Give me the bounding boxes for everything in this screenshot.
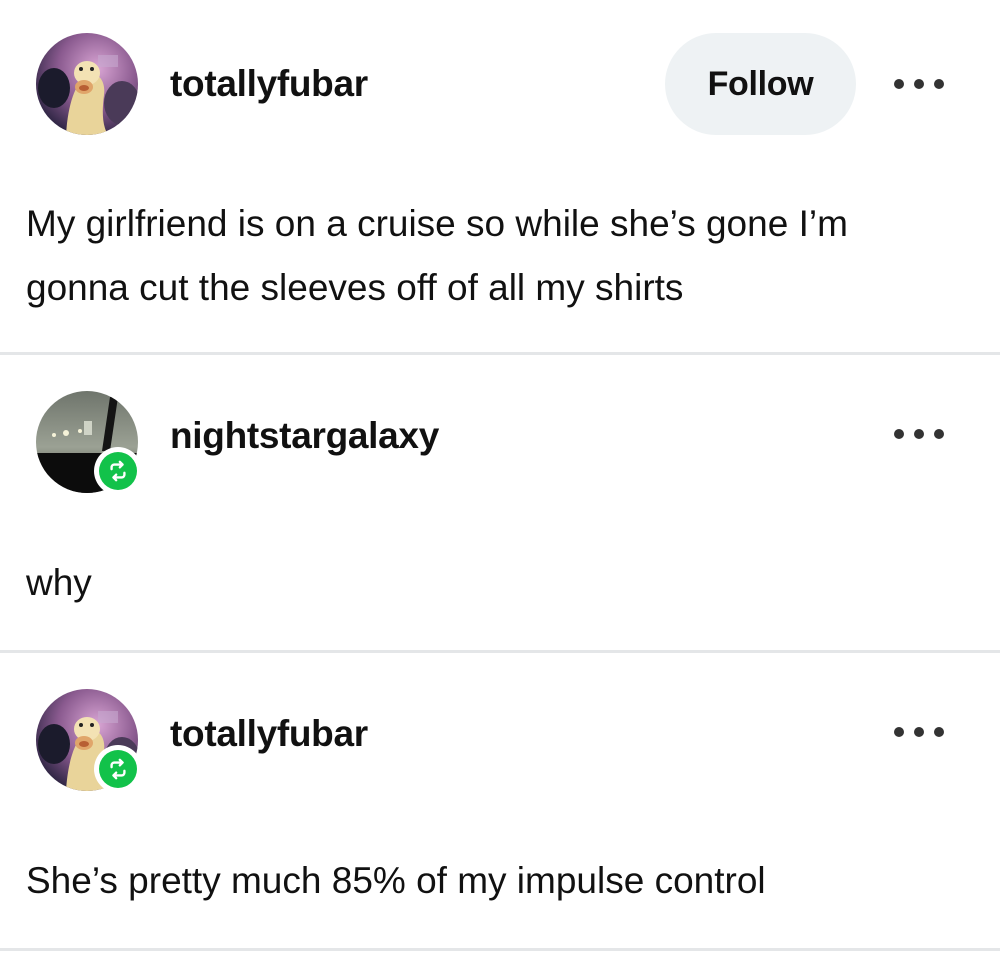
post: nightstargalaxy why — [0, 355, 1000, 653]
avatar-image — [36, 33, 138, 135]
reblog-icon — [110, 460, 126, 482]
reblog-icon — [110, 758, 126, 780]
post-header: nightstargalaxy — [36, 391, 1000, 495]
avatar[interactable] — [36, 33, 138, 135]
more-options-icon[interactable] — [894, 69, 944, 99]
avatar[interactable] — [36, 689, 142, 793]
reblog-badge — [94, 447, 142, 495]
post-text: My girlfriend is on a cruise so while sh… — [26, 203, 848, 308]
post: totallyfubar Follow My girlfriend is on … — [0, 0, 1000, 355]
post-text: She’s pretty much 85% of my impulse cont… — [26, 860, 766, 901]
post-header: totallyfubar — [36, 689, 1000, 793]
post-header: totallyfubar Follow — [36, 33, 1000, 135]
username[interactable]: totallyfubar — [170, 63, 368, 105]
more-options-icon[interactable] — [894, 419, 944, 449]
post: totallyfubar She’s pretty much 85% of my… — [0, 653, 1000, 951]
post-text: why — [26, 562, 92, 603]
reblog-badge — [94, 745, 142, 793]
more-options-icon[interactable] — [894, 717, 944, 747]
avatar[interactable] — [36, 391, 142, 495]
username[interactable]: nightstargalaxy — [170, 415, 439, 457]
username[interactable]: totallyfubar — [170, 713, 368, 755]
follow-button[interactable]: Follow — [665, 33, 856, 135]
